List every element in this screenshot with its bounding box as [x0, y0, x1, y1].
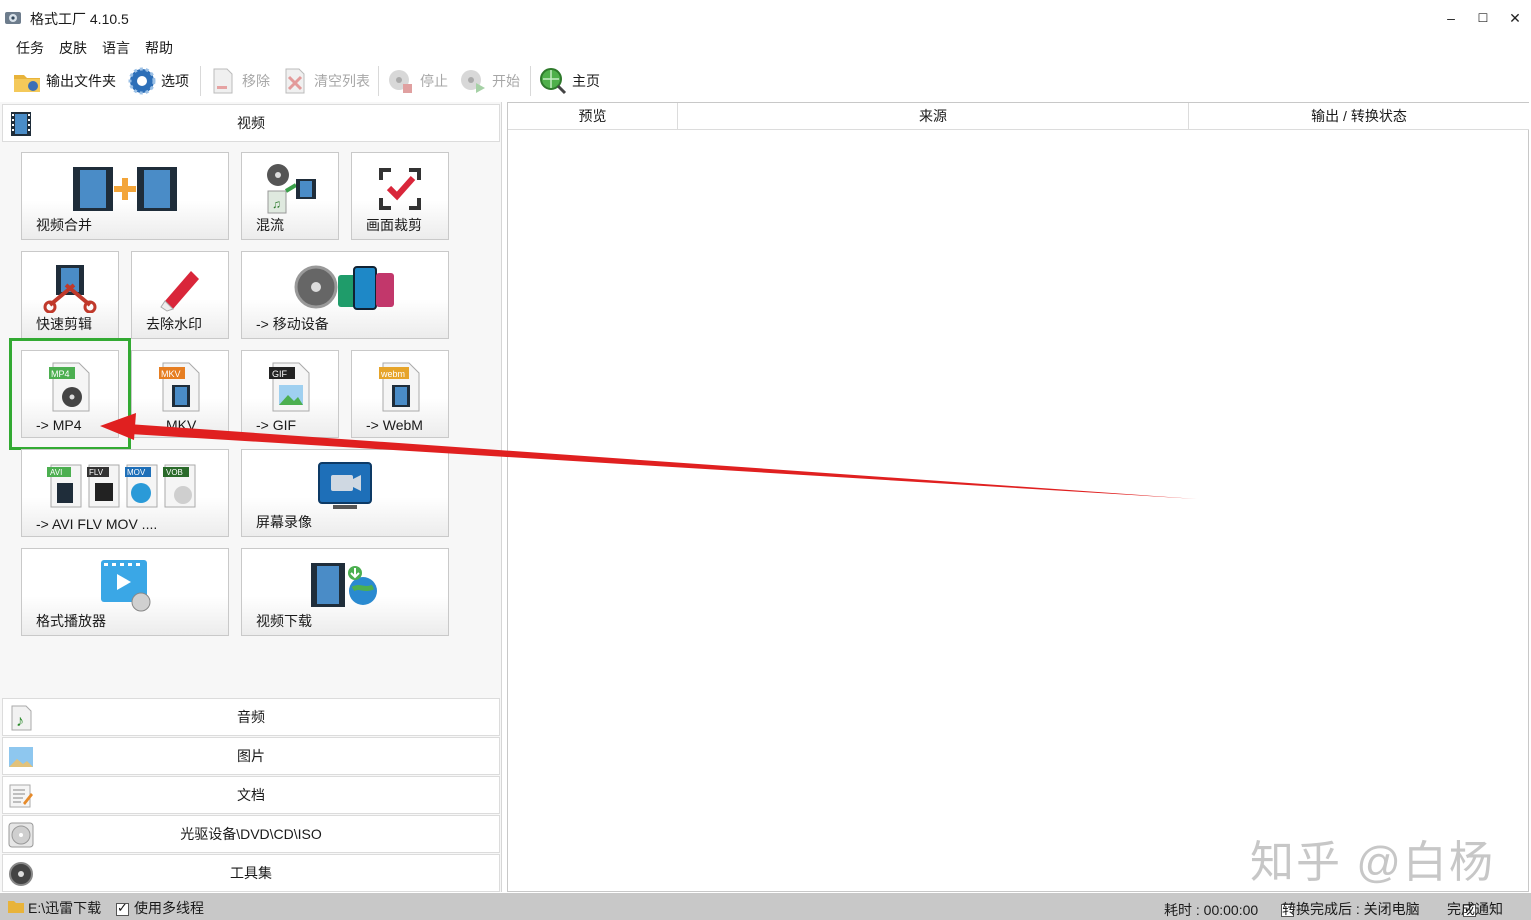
category-label: 文档 [237, 787, 265, 803]
crop-icon [379, 168, 421, 210]
mov-badge-text: MOV [127, 468, 146, 477]
mkv-file-icon: MKV [159, 362, 200, 412]
category-label: 音频 [237, 709, 265, 725]
tile-video-download[interactable]: 视频下载 [241, 548, 449, 636]
multi-format-icon: AVI FLV MOV VOB [47, 464, 196, 508]
svg-text:♫: ♫ [272, 197, 281, 211]
stop-icon [389, 70, 412, 93]
folder-icon [14, 75, 40, 92]
tile-video-merge[interactable]: 视频合并 [21, 152, 229, 240]
close-button[interactable]: ✕ [1500, 6, 1530, 30]
music-note-icon: ♪ [11, 705, 32, 731]
tile-to-mp4[interactable]: MP4 -> MP4 [9, 338, 131, 450]
after-done-label: 转换完成后 : 关闭电脑 [1282, 901, 1420, 917]
avi-badge-text: AVI [50, 468, 62, 477]
tile-format-player[interactable]: 格式播放器 [21, 548, 229, 636]
remove-file-icon [213, 68, 233, 94]
category-label: 工具集 [230, 865, 272, 881]
video-merge-icon [73, 167, 177, 211]
toolbar-separator [530, 66, 531, 96]
menu-language[interactable]: 语言 [102, 38, 130, 58]
category-video[interactable]: 视频 [2, 104, 500, 142]
gif-badge-text: GIF [272, 369, 288, 379]
film-strip-icon [11, 112, 31, 136]
vob-badge-text: VOB [166, 468, 183, 477]
window-title: 格式工厂 4.10.5 [30, 11, 129, 27]
clear-list-button[interactable]: 清空列表 [280, 64, 370, 98]
webm-file-icon: webm [379, 362, 420, 412]
disc-icon [8, 822, 34, 848]
category-document[interactable]: 文档 [2, 776, 500, 814]
toolbox-icon [9, 862, 33, 886]
maximize-button[interactable]: ☐ [1468, 6, 1498, 30]
category-tools[interactable]: 工具集 [2, 854, 500, 892]
multithread-label: 使用多线程 [134, 900, 204, 916]
mux-icon: ♫ [267, 164, 316, 214]
column-output-status[interactable]: 输出 / 转换状态 [1189, 103, 1529, 130]
menu-task[interactable]: 任务 [16, 38, 44, 58]
mp4-file-icon: MP4 [49, 362, 90, 412]
gear-icon [128, 67, 156, 95]
home-button[interactable]: 主页 [538, 64, 600, 98]
mp4-badge-text: MP4 [51, 369, 70, 379]
column-source[interactable]: 来源 [678, 103, 1189, 130]
output-folder-button[interactable]: 输出文件夹 [12, 64, 116, 98]
globe-search-icon [540, 68, 567, 95]
tile-to-mkv[interactable]: MKV MKV [131, 350, 229, 438]
tile-to-gif[interactable]: GIF -> GIF [241, 350, 339, 438]
category-panel: 视频 视频合并 ♫ 混流 画面裁剪 快速剪辑 去除水印 -> 移动设备 MP4 … [0, 102, 502, 892]
toolbar: 输出文件夹 选项 移除 清空列表 停止 开始 主页 [0, 60, 1531, 102]
watermark-text: 知乎 @白杨 [1250, 838, 1495, 887]
app-logo-icon [5, 12, 21, 24]
scissors-film-icon [43, 265, 97, 313]
tile-screen-record[interactable]: 屏幕录像 [241, 449, 449, 537]
flv-badge-text: FLV [89, 468, 104, 477]
folder-icon [8, 901, 24, 913]
menu-bar: 任务 皮肤 语言 帮助 [0, 36, 1531, 58]
start-icon [461, 70, 485, 93]
mobile-device-icon [294, 265, 394, 310]
category-label: 光驱设备\DVD\CD\ISO [180, 826, 322, 842]
multithread-checkbox[interactable] [116, 900, 129, 916]
tile-remove-watermark[interactable]: 去除水印 [131, 251, 229, 339]
webm-badge-text: webm [380, 369, 405, 379]
tile-crop[interactable]: 画面裁剪 [351, 152, 449, 240]
tile-to-webm[interactable]: webm -> WebM [351, 350, 449, 438]
task-list[interactable]: 预览 来源 输出 / 转换状态 [507, 102, 1529, 892]
category-image[interactable]: 图片 [2, 737, 500, 775]
category-label: 图片 [237, 748, 265, 764]
screen-record-icon [318, 462, 372, 509]
stop-button[interactable]: 停止 [386, 64, 448, 98]
notify-label: 完成通知 [1447, 901, 1503, 917]
eraser-icon [160, 271, 199, 312]
tile-quick-cut[interactable]: 快速剪辑 [21, 251, 119, 339]
download-globe-icon [311, 563, 377, 607]
tile-mux[interactable]: ♫ 混流 [241, 152, 339, 240]
menu-skin[interactable]: 皮肤 [59, 38, 87, 58]
toolbar-separator [200, 66, 201, 96]
category-disc[interactable]: 光驱设备\DVD\CD\ISO [2, 815, 500, 853]
menu-help[interactable]: 帮助 [145, 38, 173, 58]
category-label: 视频 [237, 115, 265, 131]
minimize-button[interactable]: – [1436, 6, 1466, 30]
start-button[interactable]: 开始 [458, 64, 520, 98]
tile-mobile-device[interactable]: -> 移动设备 [241, 251, 449, 339]
player-icon [101, 560, 151, 612]
output-folder-path[interactable]: E:\迅雷下载 [28, 898, 101, 918]
clear-list-icon [285, 68, 305, 94]
options-button[interactable]: 选项 [127, 64, 189, 98]
toolbar-separator [378, 66, 379, 96]
title-bar: 格式工厂 4.10.5 – ☐ ✕ [0, 0, 1531, 36]
column-preview[interactable]: 预览 [508, 103, 678, 130]
mkv-badge-text: MKV [161, 369, 181, 379]
document-icon [9, 784, 33, 808]
status-bar: E:\迅雷下载 使用多线程 耗时 : 00:00:00 转换完成后 : 关闭电脑… [0, 893, 1531, 920]
elapsed-time: 耗时 : 00:00:00 [1164, 902, 1259, 918]
gif-file-icon: GIF [269, 362, 310, 412]
category-audio[interactable]: ♪ 音频 [2, 698, 500, 736]
svg-text:♪: ♪ [16, 713, 24, 730]
picture-icon [9, 747, 33, 767]
tile-avi-flv-mov[interactable]: AVI FLV MOV VOB -> AVI FLV MOV .... [21, 449, 229, 537]
remove-button[interactable]: 移除 [208, 64, 270, 98]
